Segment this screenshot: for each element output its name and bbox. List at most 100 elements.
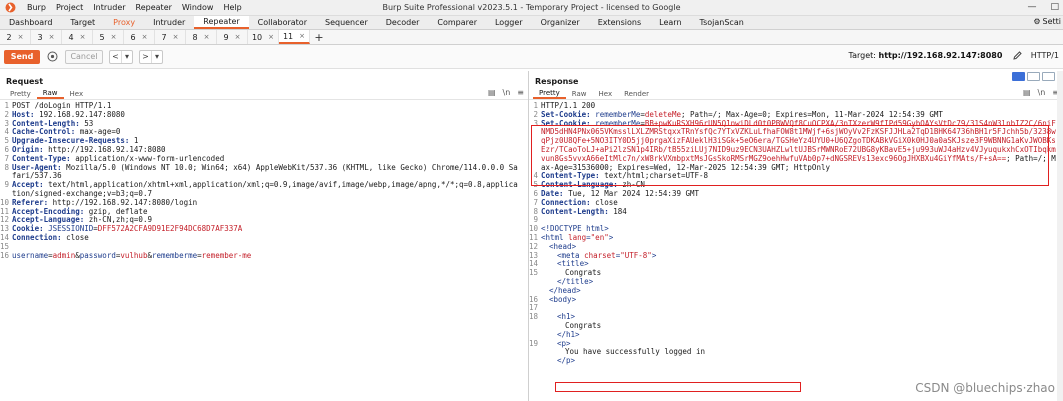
tab-learn[interactable]: Learn xyxy=(650,16,690,29)
close-icon[interactable]: × xyxy=(173,33,179,41)
tab-raw[interactable]: Raw xyxy=(566,88,593,99)
tab-pretty[interactable]: Pretty xyxy=(4,88,37,99)
menu-item-window[interactable]: Window xyxy=(177,3,219,12)
repeater-tab-label: 8 xyxy=(192,32,198,42)
token: <h1> xyxy=(557,312,576,322)
tab-target[interactable]: Target xyxy=(61,16,104,29)
tab-raw[interactable]: Raw xyxy=(36,88,64,99)
tabbed-layout-icon[interactable] xyxy=(1042,72,1055,81)
stacked-layout-icon[interactable] xyxy=(1027,72,1040,81)
side-by-side-layout-icon[interactable] xyxy=(1012,72,1025,81)
close-icon[interactable]: × xyxy=(49,33,55,41)
line-text xyxy=(541,304,1063,313)
forward-dropdown-icon[interactable]: ▾ xyxy=(151,50,162,63)
back-icon[interactable]: < xyxy=(110,51,121,63)
tab-render[interactable]: Render xyxy=(618,88,655,99)
close-icon[interactable]: × xyxy=(235,33,241,41)
menu-item-intruder[interactable]: Intruder xyxy=(88,3,130,12)
settings-button[interactable]: ⚙ Setti xyxy=(1033,17,1061,26)
request-view-tabs: Pretty Raw Hex ▤ \n ≡ xyxy=(0,88,528,100)
line-text: Congrats xyxy=(541,321,1063,331)
tab-comparer[interactable]: Comparer xyxy=(428,16,486,29)
menu-icon[interactable]: ≡ xyxy=(517,88,524,97)
tab-collaborator[interactable]: Collaborator xyxy=(249,16,316,29)
menu-item-repeater[interactable]: Repeater xyxy=(131,3,177,12)
code-line: 8 User-Agent: Mozilla/5.0 (Windows NT 10.… xyxy=(0,162,528,182)
newline-icon[interactable]: \n xyxy=(1038,88,1046,97)
line-number: 19 xyxy=(529,338,539,348)
line-text: User-Agent: Mozilla/5.0 (Windows NT 10.0… xyxy=(12,162,528,182)
edit-target-icon[interactable] xyxy=(1012,50,1023,63)
repeater-tab[interactable]: 5 × xyxy=(93,30,124,44)
http-version-selector[interactable]: HTTP/1 xyxy=(1031,51,1059,60)
line-text: You have successfully logged in xyxy=(541,347,1063,357)
repeater-tab[interactable]: 6 × xyxy=(124,30,155,44)
close-icon[interactable]: × xyxy=(204,33,210,41)
close-icon[interactable]: × xyxy=(80,33,86,41)
send-button[interactable]: Send xyxy=(4,49,40,64)
format-icon[interactable]: ▤ xyxy=(488,88,496,97)
token: Content-Length: xyxy=(541,206,609,216)
tab-sequencer[interactable]: Sequencer xyxy=(316,16,377,29)
repeater-tab[interactable]: 9 × xyxy=(217,30,248,44)
tool-tabs: Dashboard Target Proxy Intruder Repeater Coll… xyxy=(0,16,1063,30)
code-line: 11 <html lang="en"> xyxy=(529,233,1063,243)
response-scrollbar[interactable] xyxy=(1057,71,1063,401)
repeater-tab[interactable]: 4 × xyxy=(62,30,93,44)
token: <body> xyxy=(549,294,577,304)
tab-repeater[interactable]: Repeater xyxy=(194,16,249,29)
minimize-icon[interactable]: — xyxy=(1027,2,1036,12)
line-text: Cookie: JSESSIONID=DFF572A2CFA9D91E2F94D… xyxy=(12,224,528,234)
line-text: <html lang="en"> xyxy=(541,233,1063,243)
request-editor[interactable]: 1 POST /doLogin HTTP/1.1 2 Host: 192.168.92… xyxy=(0,100,528,260)
response-editor[interactable]: 1 HTTP/1.1 200 2 Set-Cookie: rememberMe=del… xyxy=(529,100,1063,366)
tab-extensions[interactable]: Extensions xyxy=(589,16,650,29)
repeater-tab[interactable]: 2 × xyxy=(0,30,31,44)
token: Mozilla/5.0 (Windows NT 10.0; Win64; x64… xyxy=(12,162,518,181)
format-icon[interactable]: ▤ xyxy=(1023,88,1031,97)
tab-intruder[interactable]: Intruder xyxy=(144,16,194,29)
tab-organizer[interactable]: Organizer xyxy=(532,16,589,29)
add-tab-button[interactable]: + xyxy=(310,30,328,44)
send-settings-icon[interactable] xyxy=(45,50,59,64)
tab-logger[interactable]: Logger xyxy=(486,16,532,29)
line-text: Set-Cookie: rememberMe=BB+pwKuRSXH96rUN5… xyxy=(541,118,1063,173)
title-bar: Burp Project Intruder Repeater Window Help Bu… xyxy=(0,0,1063,16)
repeater-tab-label: 4 xyxy=(68,32,74,42)
tab-hex[interactable]: Hex xyxy=(64,88,90,99)
cancel-button[interactable]: Cancel xyxy=(65,49,103,64)
token: Set-Cookie: xyxy=(541,118,591,128)
tab-tsojanscan[interactable]: TsojanScan xyxy=(691,16,753,29)
tab-pretty[interactable]: Pretty xyxy=(533,88,566,99)
menu-item-help[interactable]: Help xyxy=(218,3,246,12)
target-url: http://192.168.92.147:8080 xyxy=(878,51,1003,60)
close-icon[interactable]: × xyxy=(268,33,274,41)
back-dropdown-icon[interactable]: ▾ xyxy=(121,50,132,63)
maximize-icon[interactable]: □ xyxy=(1050,2,1059,12)
close-icon[interactable]: × xyxy=(18,33,24,41)
menu-item-project[interactable]: Project xyxy=(51,3,88,12)
menu-item-burp[interactable]: Burp xyxy=(22,3,51,12)
forward-icon[interactable]: > xyxy=(140,51,151,63)
line-number xyxy=(529,348,541,357)
close-icon[interactable]: × xyxy=(299,32,305,40)
line-text: Date: Tue, 12 Mar 2024 12:54:39 GMT xyxy=(541,189,1063,199)
repeater-tab[interactable]: 7 × xyxy=(155,30,186,44)
newline-icon[interactable]: \n xyxy=(503,88,511,97)
close-icon[interactable]: × xyxy=(111,33,117,41)
code-line: 17 xyxy=(529,304,1063,313)
tab-proxy[interactable]: Proxy xyxy=(104,16,144,29)
repeater-tab[interactable]: 3 × xyxy=(31,30,62,44)
code-line: Congrats xyxy=(529,321,1063,331)
response-panel: Response Pretty Raw Hex Render ▤ \n ≡ 1 HTTP… xyxy=(529,71,1063,401)
close-icon[interactable]: × xyxy=(142,33,148,41)
repeater-tab[interactable]: 11 × xyxy=(279,30,310,44)
token: Congrats xyxy=(565,268,602,278)
repeater-tab[interactable]: 8 × xyxy=(186,30,217,44)
repeater-tab[interactable]: 10 × xyxy=(248,30,279,44)
tab-hex[interactable]: Hex xyxy=(593,88,619,99)
tab-decoder[interactable]: Decoder xyxy=(377,16,429,29)
tab-dashboard[interactable]: Dashboard xyxy=(0,16,61,29)
